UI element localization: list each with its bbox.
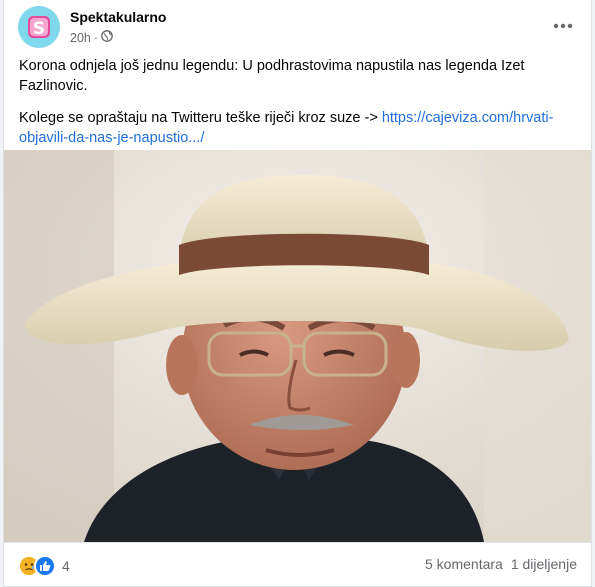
post-time[interactable]: 20h <box>70 31 91 45</box>
post-footer: 4 5 komentara 1 dijeljenje <box>4 542 591 586</box>
more-options-button[interactable] <box>549 12 577 40</box>
globe-icon <box>101 30 113 45</box>
post-text-prefix: Kolege se opraštaju na Twitteru teške ri… <box>19 110 382 126</box>
post-text: Korona odnjela još jednu legendu: U podh… <box>19 56 579 160</box>
spektakularno-logo-icon: S <box>18 6 60 48</box>
post-header: S Spektakularno 20h · <box>4 0 591 52</box>
post-photo[interactable] <box>4 150 591 542</box>
reaction-count: 4 <box>62 558 70 574</box>
like-icon <box>34 555 56 577</box>
comments-count-link[interactable]: 5 komentara <box>425 556 503 572</box>
shares-count-link[interactable]: 1 dijeljenje <box>511 556 577 572</box>
post-text-line2: Kolege se opraštaju na Twitteru teške ri… <box>19 108 579 148</box>
svg-text:S: S <box>33 19 45 39</box>
ellipsis-icon <box>553 23 573 29</box>
page-avatar[interactable]: S <box>18 6 60 48</box>
meta-separator: · <box>93 30 99 45</box>
reactions-summary[interactable]: 4 <box>18 555 70 577</box>
post-stats: 5 komentara 1 dijeljenje <box>425 556 577 572</box>
page-name[interactable]: Spektakularno <box>70 9 166 25</box>
post-text-line1: Korona odnjela još jednu legendu: U podh… <box>19 58 525 94</box>
post-meta: 20h · <box>70 30 113 45</box>
post-card: S Spektakularno 20h · Korona odnjela još… <box>3 0 592 587</box>
man-in-hat-photo <box>4 150 591 542</box>
